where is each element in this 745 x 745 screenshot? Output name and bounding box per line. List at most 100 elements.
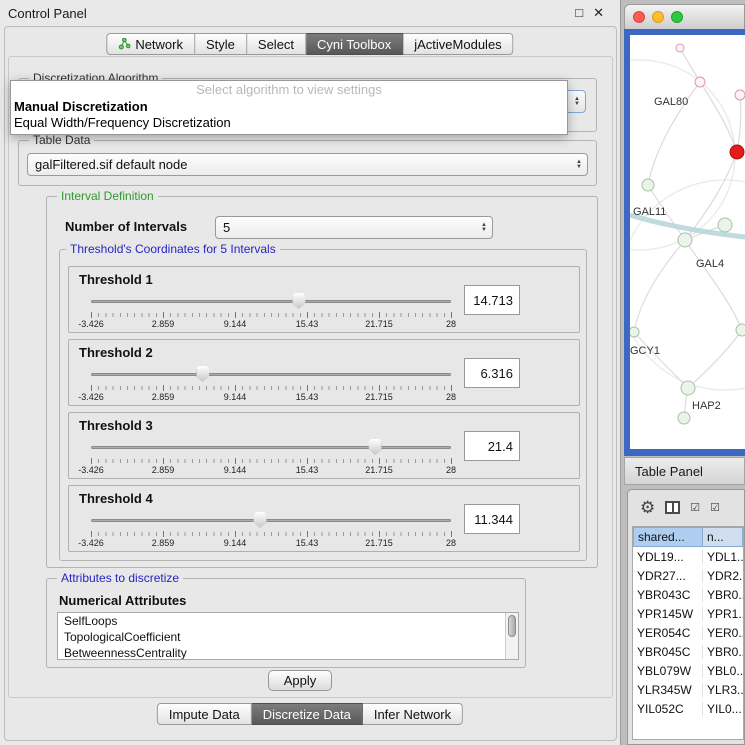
network-node[interactable] [642, 179, 654, 191]
slider-scale-labels: -3.4262.8599.14415.4321.71528 [91, 392, 451, 404]
column-header-name[interactable]: n... [703, 527, 743, 547]
network-node[interactable] [681, 381, 695, 395]
attributes-group: Attributes to discretize Numerical Attri… [46, 578, 526, 668]
table-panel-window: ⚙ ☑ ☑ shared... n... YDL19... YDL1... YD… [627, 489, 745, 745]
table-cell[interactable]: YIL052C [633, 702, 703, 716]
table-cell[interactable]: YDL19... [633, 550, 703, 564]
table-cell[interactable]: YBR0... [703, 588, 743, 602]
minimize-button[interactable] [652, 11, 664, 23]
slider-track[interactable] [91, 300, 451, 303]
attributes-list[interactable]: SelfLoops TopologicalCoefficient Between… [57, 612, 519, 660]
slider-track[interactable] [91, 446, 451, 449]
network-node[interactable] [736, 324, 745, 336]
network-icon [118, 38, 130, 50]
slider-thumb[interactable] [292, 293, 305, 309]
number-of-intervals-label: Number of Intervals [65, 219, 187, 234]
list-item[interactable]: TopologicalCoefficient [58, 629, 518, 645]
dropdown-option-equal-width[interactable]: Equal Width/Frequency Discretization [11, 115, 567, 131]
table-row[interactable]: YBL079W YBL0... [633, 661, 743, 680]
slider-thumb[interactable] [369, 439, 382, 455]
table-cell[interactable]: YBL079W [633, 664, 703, 678]
checkbox-icon[interactable]: ☑ [690, 501, 700, 514]
tab-select[interactable]: Select [247, 33, 306, 55]
tab-discretize-data[interactable]: Discretize Data [252, 703, 363, 725]
slider-track[interactable] [91, 519, 451, 522]
close-window-icon[interactable]: ✕ [593, 5, 604, 21]
table-cell[interactable]: YBR045C [633, 645, 703, 659]
table-cell[interactable]: YLR345W [633, 683, 703, 697]
network-node-selected[interactable] [730, 145, 744, 159]
table-cell[interactable]: YER054C [633, 626, 703, 640]
list-item[interactable]: BetweennessCentrality [58, 645, 518, 660]
threshold-2-slider[interactable]: -3.4262.8599.14415.4321.71528 [91, 366, 451, 404]
table-cell[interactable]: YPR1... [703, 607, 743, 621]
threshold-1-slider[interactable]: -3.4262.8599.14415.4321.71528 [91, 293, 451, 331]
network-node[interactable] [735, 90, 745, 100]
slider-thumb[interactable] [254, 512, 267, 528]
list-item[interactable]: SelfLoops [58, 613, 518, 629]
table-cell[interactable]: YDR2... [703, 569, 743, 583]
column-header-shared-name[interactable]: shared... [633, 527, 703, 547]
threshold-1-value-field[interactable]: 14.713 [464, 285, 520, 315]
slider-thumb[interactable] [196, 366, 209, 382]
table-cell[interactable]: YBL0... [703, 664, 743, 678]
network-window-titlebar[interactable] [624, 4, 745, 29]
table-row[interactable]: YIL052C YIL0... [633, 699, 743, 718]
apply-button[interactable]: Apply [268, 670, 332, 691]
tab-impute-data[interactable]: Impute Data [157, 703, 252, 725]
table-cell[interactable]: YLR3... [703, 683, 743, 697]
threshold-3-panel: Threshold 3 -3.4262.8599.14415.4321.7152… [68, 412, 580, 479]
table-data-combobox[interactable]: galFiltered.sif default node ▲▼ [27, 153, 588, 176]
network-node[interactable] [630, 327, 639, 337]
group-label: Attributes to discretize [57, 571, 183, 585]
network-node[interactable] [695, 77, 705, 87]
number-of-intervals-combobox[interactable]: 5 ▲▼ [215, 216, 493, 239]
combo-value: galFiltered.sif default node [35, 157, 571, 172]
dropdown-option-manual-discretization[interactable]: Manual Discretization [11, 99, 567, 115]
list-scrollbar[interactable] [505, 613, 518, 659]
slider-scale-labels: -3.4262.8599.14415.4321.71528 [91, 538, 451, 550]
tab-label: Cyni Toolbox [317, 37, 391, 52]
close-button[interactable] [633, 11, 645, 23]
scrollbar-thumb[interactable] [508, 615, 516, 637]
table-cell[interactable]: YDL1... [703, 550, 743, 564]
checkbox-icon[interactable]: ☑ [710, 501, 720, 514]
tab-jactivemodules[interactable]: jActiveModules [403, 33, 513, 55]
network-node[interactable] [678, 233, 692, 247]
slider-track[interactable] [91, 373, 451, 376]
tab-network[interactable]: Network [106, 33, 195, 55]
tab-style[interactable]: Style [195, 33, 247, 55]
network-canvas[interactable]: GAL80 GAL11 GAL4 GCY1 HAP2 [630, 35, 745, 449]
dropdown-placeholder: Select algorithm to view settings [11, 81, 567, 99]
tab-cyni-toolbox[interactable]: Cyni Toolbox [306, 33, 403, 55]
tab-infer-network[interactable]: Infer Network [363, 703, 463, 725]
table-row[interactable]: YPR145W YPR1... [633, 604, 743, 623]
threshold-3-slider[interactable]: -3.4262.8599.14415.4321.71528 [91, 439, 451, 477]
network-node[interactable] [678, 412, 690, 424]
control-panel-tabs: Network Style Select Cyni Toolbox jActiv… [106, 33, 513, 55]
zoom-button[interactable] [671, 11, 683, 23]
float-window-icon[interactable]: □ [575, 5, 583, 21]
table-row[interactable]: YLR345W YLR3... [633, 680, 743, 699]
tab-label: Network [135, 37, 183, 52]
table-row[interactable]: YBR043C YBR0... [633, 585, 743, 604]
table-row[interactable]: YDL19... YDL1... [633, 547, 743, 566]
threshold-4-value-field[interactable]: 11.344 [464, 504, 520, 534]
threshold-2-value-field[interactable]: 6.316 [464, 358, 520, 388]
table-cell[interactable]: YIL0... [703, 702, 743, 716]
table-cell[interactable]: YPR145W [633, 607, 703, 621]
network-node[interactable] [676, 44, 684, 52]
columns-icon[interactable] [665, 501, 680, 514]
table-panel-title: Table Panel [635, 464, 703, 479]
table-cell[interactable]: YBR0... [703, 645, 743, 659]
table-row[interactable]: YER054C YER0... [633, 623, 743, 642]
table-row[interactable]: YBR045C YBR0... [633, 642, 743, 661]
network-node[interactable] [718, 218, 732, 232]
threshold-3-value-field[interactable]: 21.4 [464, 431, 520, 461]
table-cell[interactable]: YER0... [703, 626, 743, 640]
table-cell[interactable]: YBR043C [633, 588, 703, 602]
table-cell[interactable]: YDR27... [633, 569, 703, 583]
gear-icon[interactable]: ⚙ [640, 499, 655, 516]
table-row[interactable]: YDR27... YDR2... [633, 566, 743, 585]
threshold-4-slider[interactable]: -3.4262.8599.14415.4321.71528 [91, 512, 451, 550]
